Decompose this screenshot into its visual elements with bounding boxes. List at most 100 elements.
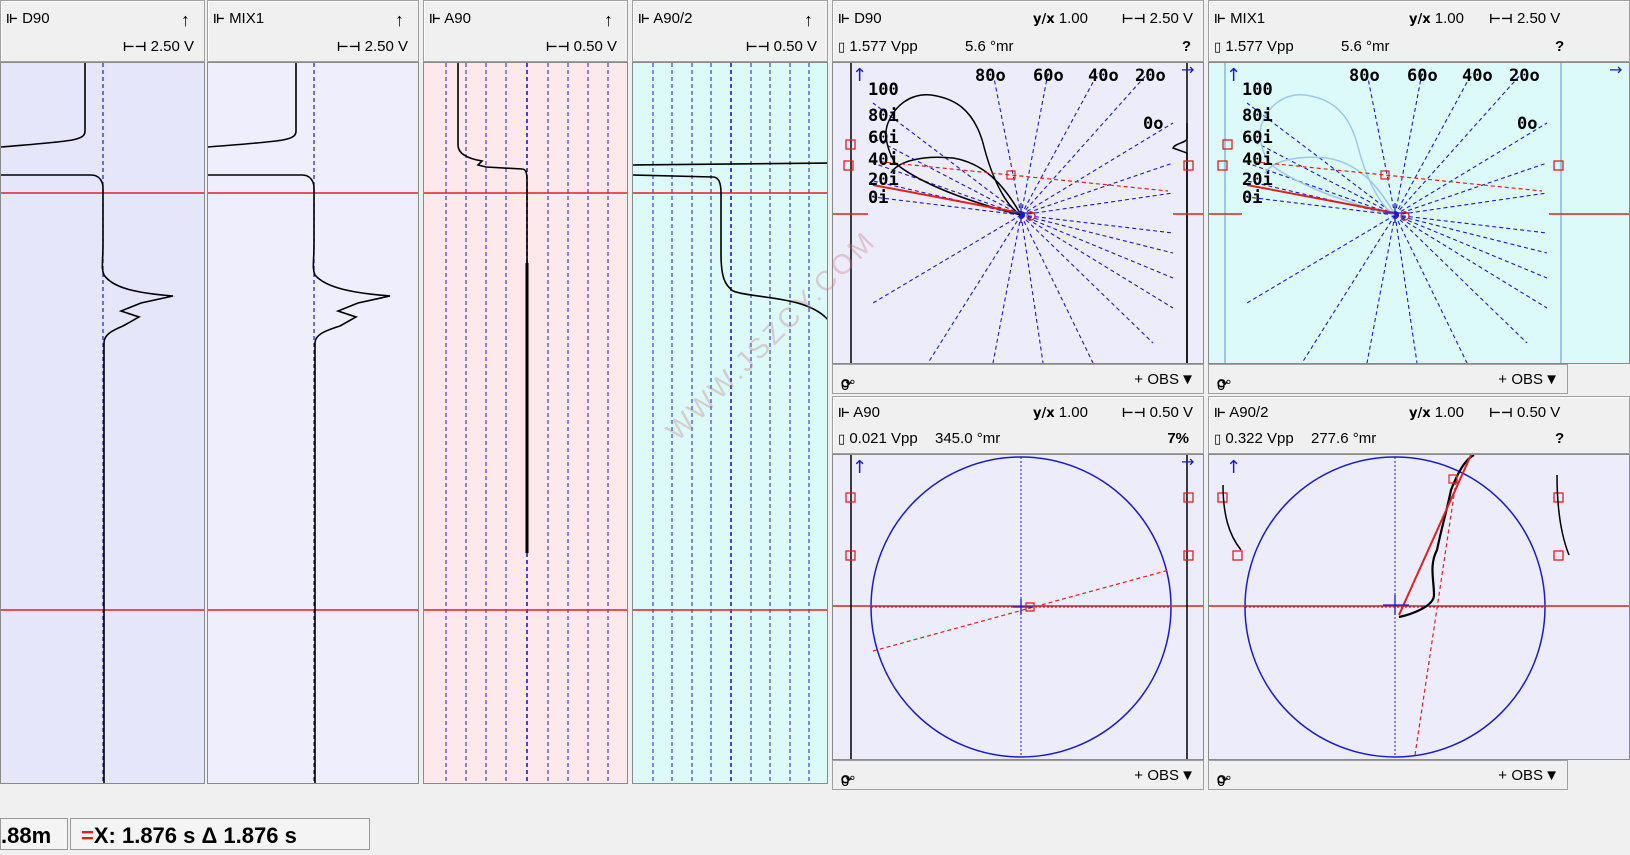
strip-trace xyxy=(424,63,627,783)
svg-text:80i: 80i xyxy=(1242,106,1273,126)
status-indicator[interactable]: ? xyxy=(1555,430,1564,447)
svg-text:0o: 0o xyxy=(1143,114,1163,134)
strip-range: 0.50 V xyxy=(573,38,617,55)
signal-icon: ⊩ xyxy=(429,12,441,27)
strip-plot[interactable] xyxy=(423,62,628,784)
arrow-up-icon[interactable]: ↑ xyxy=(804,10,813,31)
lissajous-title: A90/2 xyxy=(1229,404,1269,421)
range-value: 0.50 V xyxy=(1149,404,1193,421)
arrow-up-icon: ↑ xyxy=(852,65,867,86)
arrow-up-icon[interactable]: ↑ xyxy=(604,10,613,31)
svg-text:60o: 60o xyxy=(1407,66,1438,86)
lissajous-plot[interactable]: ↑ → xyxy=(832,454,1204,760)
range-icon: ⊢⊣ xyxy=(1121,406,1146,421)
obs-label[interactable]: OBS xyxy=(1511,767,1543,784)
svg-text:100: 100 xyxy=(1242,80,1273,100)
strip-header[interactable]: ⊩ A90/2 ↑ ⊢⊣ 0.50 V xyxy=(632,0,828,62)
range-icon: ⊢⊣ xyxy=(745,40,770,55)
rotation-value: 0° xyxy=(841,377,856,394)
lissajous-title: MIX1 xyxy=(1230,10,1266,27)
ratio-icon: y/x xyxy=(1033,12,1055,27)
lissajous-header[interactable]: ⊩ A90 y/x 1.00 ⊢⊣ 0.50 V ▯ 0.021 Vpp 345… xyxy=(832,396,1204,454)
range-icon: ⊢⊣ xyxy=(336,40,361,55)
svg-text:60i: 60i xyxy=(1242,128,1273,148)
plus-icon[interactable]: + xyxy=(1498,371,1507,388)
svg-text:20o: 20o xyxy=(1509,66,1540,86)
svg-text:40o: 40o xyxy=(1462,66,1493,86)
plus-icon[interactable]: + xyxy=(1134,371,1143,388)
angle-value: 277.6 °mr xyxy=(1311,430,1377,447)
arrow-up-icon: ↑ xyxy=(1226,65,1241,86)
plus-icon[interactable]: + xyxy=(1134,767,1143,784)
impedance-plane: ↑ xyxy=(1209,455,1629,758)
lissajous-header[interactable]: ⊩ MIX1 y/x 1.00 ⊢⊣ 2.50 V ▯ 1.577 Vpp 5.… xyxy=(1208,0,1630,62)
vpp-value: 1.577 Vpp xyxy=(849,38,918,55)
lissajous-panel-d90: ⊩ D90 y/x 1.00 ⊢⊣ 2.50 V ▯ 1.577 Vpp 5.6… xyxy=(832,0,1204,394)
svg-text:0i: 0i xyxy=(868,188,888,208)
signal-icon: ⊩ xyxy=(638,12,650,27)
dropdown-icon[interactable]: ▼ xyxy=(1180,371,1195,388)
arrow-up-icon[interactable]: ↑ xyxy=(181,10,190,31)
range-icon: ⊢⊣ xyxy=(545,40,570,55)
range-value: 2.50 V xyxy=(1149,10,1193,27)
probe-icon: ▯ xyxy=(1214,432,1222,447)
strip-title: MIX1 xyxy=(229,10,265,27)
lissajous-header[interactable]: ⊩ D90 y/x 1.00 ⊢⊣ 2.50 V ▯ 1.577 Vpp 5.6… xyxy=(832,0,1204,62)
ratio-value: 1.00 xyxy=(1058,10,1088,27)
strip-plot[interactable] xyxy=(207,62,419,784)
status-indicator[interactable]: ? xyxy=(1555,38,1564,55)
vpp-value: 0.322 Vpp xyxy=(1225,430,1294,447)
lissajous-footer: ⟳ 0° + OBS ▼ xyxy=(1208,760,1568,790)
strip-range: 0.50 V xyxy=(773,38,817,55)
strip-header[interactable]: ⊩ MIX1 ↑ ⊢⊣ 2.50 V xyxy=(207,0,419,62)
range-icon: ⊢⊣ xyxy=(1121,12,1146,27)
ratio-icon: y/x xyxy=(1409,12,1431,27)
strip-header[interactable]: ⊩ A90 ↑ ⊢⊣ 0.50 V xyxy=(423,0,628,62)
lissajous-plot[interactable]: ↑ → 80o 60o 40o 20o 0o 100 80i 60i 40i 2… xyxy=(832,62,1204,364)
angle-value: 5.6 °mr xyxy=(965,38,1014,55)
svg-text:40o: 40o xyxy=(1088,66,1119,86)
obs-label[interactable]: OBS xyxy=(1147,371,1179,388)
strip-header[interactable]: ⊩ D90 ↑ ⊢⊣ 2.50 V xyxy=(0,0,205,62)
dropdown-icon[interactable]: ▼ xyxy=(1544,767,1559,784)
ratio-value: 1.00 xyxy=(1058,404,1088,421)
strip-range: 2.50 V xyxy=(150,38,194,55)
arrow-up-icon: ↑ xyxy=(852,457,867,478)
time-value: X: 1.876 s Δ 1.876 s xyxy=(93,823,297,848)
lissajous-header[interactable]: ⊩ A90/2 y/x 1.00 ⊢⊣ 0.50 V ▯ 0.322 Vpp 2… xyxy=(1208,396,1630,454)
obs-label[interactable]: OBS xyxy=(1147,767,1179,784)
status-indicator[interactable]: ? xyxy=(1182,38,1191,55)
signal-icon: ⊩ xyxy=(6,12,18,27)
strip-panel-d90: ⊩ D90 ↑ ⊢⊣ 2.50 V xyxy=(0,0,205,790)
ratio-icon: y/x xyxy=(1033,406,1055,421)
arrow-up-icon[interactable]: ↑ xyxy=(395,10,404,31)
svg-text:20i: 20i xyxy=(868,170,899,190)
probe-icon: ▯ xyxy=(1214,40,1222,55)
svg-text:40i: 40i xyxy=(1242,150,1273,170)
dropdown-icon[interactable]: ▼ xyxy=(1544,371,1559,388)
svg-text:80o: 80o xyxy=(1349,66,1380,86)
lissajous-plot[interactable]: ↑ xyxy=(1208,454,1630,760)
range-icon: ⊢⊣ xyxy=(1489,406,1513,421)
svg-text:20o: 20o xyxy=(1135,66,1166,86)
probe-icon: ▯ xyxy=(838,40,846,55)
probe-icon: ▯ xyxy=(838,432,846,447)
obs-label[interactable]: OBS xyxy=(1511,371,1543,388)
lissajous-plot[interactable]: ↑ → 80o 60o 40o 20o 0o 100 80i 60i 40i 2… xyxy=(1208,62,1630,364)
dropdown-icon[interactable]: ▼ xyxy=(1180,767,1195,784)
svg-text:0o: 0o xyxy=(1517,114,1537,134)
ratio-value: 1.00 xyxy=(1434,10,1464,27)
strip-plot[interactable] xyxy=(0,62,205,784)
vpp-value: 0.021 Vpp xyxy=(849,430,918,447)
rotation-value: 0° xyxy=(1217,377,1232,394)
lissajous-panel-a90-2: ⊩ A90/2 y/x 1.00 ⊢⊣ 0.50 V ▯ 0.322 Vpp 2… xyxy=(1208,396,1630,790)
ratio-value: 1.00 xyxy=(1434,404,1464,421)
status-indicator[interactable]: 7% xyxy=(1167,430,1189,447)
lissajous-title: D90 xyxy=(854,10,882,27)
range-value: 0.50 V xyxy=(1516,404,1561,421)
arrow-right-icon: → xyxy=(1181,63,1194,79)
strip-panel-mix1: ⊩ MIX1 ↑ ⊢⊣ 2.50 V xyxy=(207,0,419,790)
plus-icon[interactable]: + xyxy=(1498,767,1507,784)
strip-title: A90/2 xyxy=(653,10,693,27)
vpp-value: 1.577 Vpp xyxy=(1225,38,1294,55)
